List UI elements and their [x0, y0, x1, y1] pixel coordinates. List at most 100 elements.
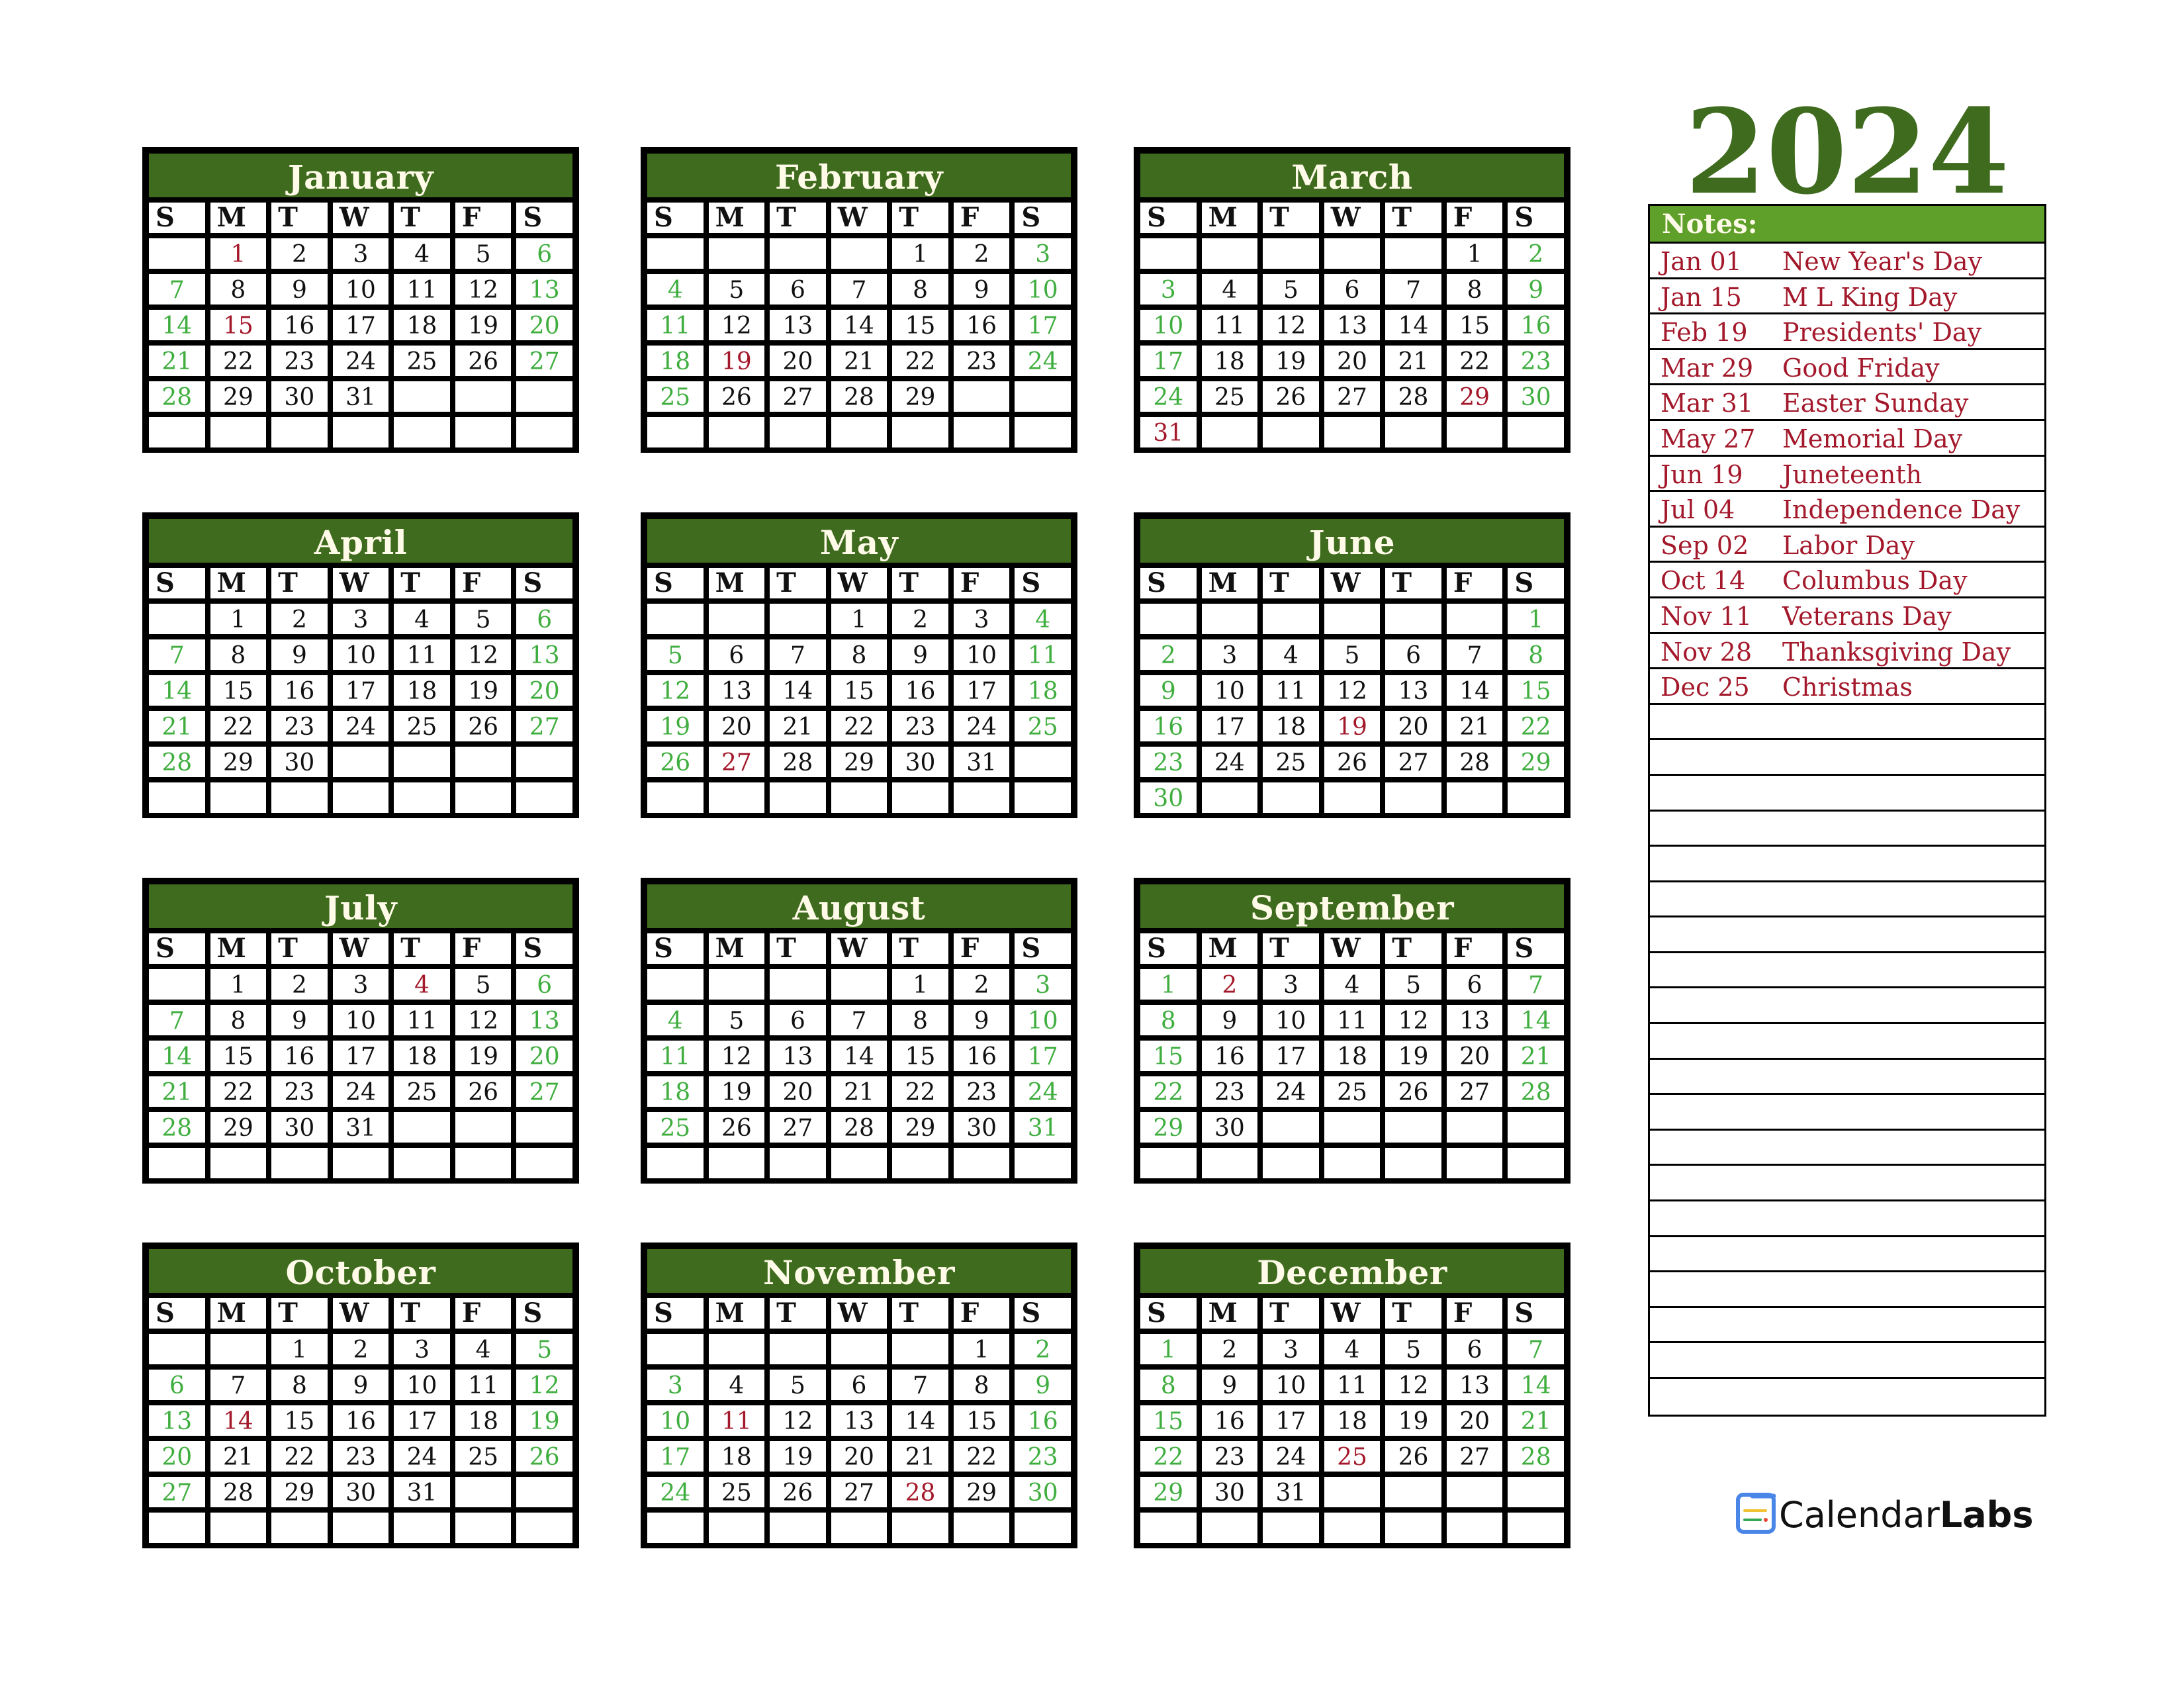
day-cell: 2: [953, 238, 1010, 269]
empty-day-cell: [953, 1513, 1010, 1543]
weekday-header: S: [149, 568, 205, 598]
empty-day-cell: [1263, 782, 1319, 813]
day-cell: 21: [770, 711, 826, 741]
blank-note-row[interactable]: [1650, 1095, 2044, 1131]
blank-note-row[interactable]: [1650, 1237, 2044, 1273]
day-cell: 16: [271, 310, 328, 340]
empty-day-cell: [516, 1148, 572, 1178]
holiday-name: Columbus Day: [1782, 566, 1968, 596]
day-cell: 27: [516, 711, 572, 741]
blank-note-row[interactable]: [1650, 1060, 2044, 1096]
weekday-header: F: [1446, 1298, 1503, 1329]
day-cell: 20: [770, 1076, 826, 1107]
empty-day-cell: [516, 1477, 572, 1507]
day-cell: 10: [1201, 675, 1258, 706]
calendar-logo-icon: [1735, 1491, 1779, 1538]
day-cell: 24: [1015, 346, 1071, 376]
day-cell: 22: [1446, 346, 1503, 376]
holiday-name: Good Friday: [1782, 353, 1940, 383]
blank-note-row[interactable]: [1650, 1308, 2044, 1344]
blank-note-row[interactable]: [1650, 1166, 2044, 1202]
month-title: June: [1140, 519, 1564, 563]
day-cell: 30: [332, 1477, 389, 1507]
day-cell: 24: [332, 711, 389, 741]
empty-day-cell: [770, 969, 826, 1000]
blank-note-row[interactable]: [1650, 847, 2044, 882]
empty-day-cell: [1508, 1513, 1564, 1543]
day-cell: 2: [332, 1334, 389, 1364]
holiday-date: Jul 04: [1661, 495, 1735, 525]
day-cell: 15: [1140, 1405, 1197, 1436]
day-cell: 22: [953, 1441, 1010, 1472]
blank-note-row[interactable]: [1650, 917, 2044, 953]
day-cell: 16: [1140, 711, 1197, 741]
day-cell: 10: [647, 1405, 704, 1436]
day-cell: 27: [831, 1477, 887, 1507]
day-cell: 11: [1015, 639, 1071, 670]
blank-note-row[interactable]: [1650, 705, 2044, 741]
day-cell: 2: [892, 604, 948, 634]
weekday-header: T: [1263, 933, 1319, 964]
blank-note-row[interactable]: [1650, 812, 2044, 847]
day-cell: 9: [1140, 675, 1197, 706]
weekday-header: M: [708, 933, 765, 964]
blank-note-row[interactable]: [1650, 988, 2044, 1025]
empty-day-cell: [455, 1477, 512, 1507]
day-cell: 3: [394, 1334, 450, 1364]
month-november: November S M T W T F S 1 2 3 4 5 6 7 8 9 10 11 12 13 14 15 16 17…: [641, 1243, 1077, 1548]
day-cell: 30: [271, 1112, 328, 1143]
blank-note-row[interactable]: [1650, 882, 2044, 918]
blank-note-row[interactable]: [1650, 1024, 2044, 1060]
empty-day-cell: [1324, 1513, 1381, 1543]
day-cell: 24: [647, 1477, 704, 1507]
day-cell: 13: [1385, 675, 1441, 706]
day-cell: 25: [1324, 1441, 1381, 1472]
day-cell: 1: [1140, 1334, 1197, 1364]
empty-day-cell: [455, 1513, 512, 1543]
day-cell: 3: [1201, 639, 1258, 670]
empty-day-cell: [831, 1148, 887, 1178]
holiday-date: Oct 14: [1661, 566, 1746, 596]
blank-note-row[interactable]: [1650, 1343, 2044, 1379]
day-cell: 26: [647, 747, 704, 777]
blank-note-row[interactable]: [1650, 1379, 2044, 1415]
day-cell: 1: [1140, 969, 1197, 1000]
day-cell: 6: [149, 1370, 205, 1400]
day-cell: 27: [1324, 381, 1381, 412]
day-cell: 30: [892, 747, 948, 777]
blank-note-row[interactable]: [1650, 1201, 2044, 1237]
day-cell: 10: [1263, 1005, 1319, 1035]
day-cell: 16: [1201, 1041, 1258, 1071]
blank-note-row[interactable]: [1650, 776, 2044, 812]
day-cell: 10: [1015, 1005, 1071, 1035]
day-cell: 22: [831, 711, 887, 741]
holiday-note-row: May 27 Memorial Day: [1650, 421, 2044, 457]
day-cell: 8: [1140, 1370, 1197, 1400]
day-cell: 20: [770, 346, 826, 376]
day-cell: 18: [394, 1041, 450, 1071]
empty-day-cell: [953, 1148, 1010, 1178]
weekday-header: F: [953, 568, 1010, 598]
day-cell: 4: [1263, 639, 1319, 670]
empty-day-cell: [770, 1334, 826, 1364]
day-cell: 18: [708, 1441, 765, 1472]
empty-day-cell: [149, 1513, 205, 1543]
blank-note-row[interactable]: [1650, 1272, 2044, 1308]
weekday-header: F: [953, 1298, 1010, 1329]
blank-note-row[interactable]: [1650, 740, 2044, 776]
day-cell: 31: [953, 747, 1010, 777]
empty-day-cell: [210, 1334, 267, 1364]
day-cell: 21: [831, 1076, 887, 1107]
day-cell: 25: [647, 1112, 704, 1143]
month-grid: S M T W T F S 1 2 3 4 5 6 7 8 9 10 11 12 13 14 15 16 17 18 19 20 21…: [149, 568, 572, 813]
weekday-header: S: [516, 203, 572, 233]
day-cell: 28: [1508, 1441, 1564, 1472]
weekday-header: S: [1015, 203, 1071, 233]
day-cell: 8: [892, 1005, 948, 1035]
day-cell: 17: [332, 310, 389, 340]
blank-note-row[interactable]: [1650, 1131, 2044, 1166]
day-cell: 21: [1446, 711, 1503, 741]
blank-note-row[interactable]: [1650, 953, 2044, 989]
empty-day-cell: [647, 1513, 704, 1543]
day-cell: 29: [892, 1112, 948, 1143]
